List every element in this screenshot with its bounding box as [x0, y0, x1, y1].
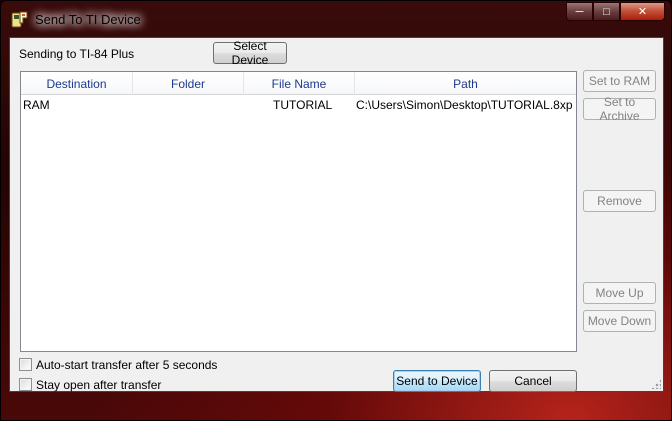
auto-start-checkbox[interactable]: [19, 358, 32, 371]
close-button[interactable]: ✕: [620, 2, 665, 21]
select-device-button[interactable]: Select Device: [213, 39, 287, 67]
auto-start-label: Auto-start transfer after 5 seconds: [36, 358, 218, 372]
file-list-header: Destination Folder File Name Path: [21, 72, 576, 95]
file-list[interactable]: Destination Folder File Name Path RAM TU…: [20, 71, 577, 352]
window-title: Send To TI Device: [35, 12, 141, 27]
close-icon: ✕: [637, 6, 648, 18]
stay-open-label: Stay open after transfer: [36, 378, 162, 392]
title-bar[interactable]: Send To TI Device ─ □ ✕: [1, 1, 671, 37]
send-to-device-button[interactable]: Send to Device: [393, 370, 481, 392]
minimize-button[interactable]: ─: [566, 2, 593, 21]
maximize-button[interactable]: □: [593, 2, 620, 21]
cancel-button[interactable]: Cancel: [489, 370, 577, 392]
sending-to-label: Sending to TI-84 Plus: [19, 47, 135, 61]
set-to-ram-button[interactable]: Set to RAM: [583, 70, 656, 92]
ti-connect-app-icon: [11, 11, 28, 28]
set-to-archive-button[interactable]: Set to Archive: [583, 95, 656, 123]
remove-button[interactable]: Remove: [583, 190, 656, 212]
dialog-client-area: Sending to TI-84 Plus Select Device Dest…: [9, 37, 664, 392]
cell-file-name: TUTORIAL: [273, 98, 333, 112]
maximize-icon: □: [603, 5, 610, 18]
resize-grip[interactable]: [651, 379, 661, 389]
list-item[interactable]: RAM TUTORIAL C:\Users\Simon\Desktop\TUTO…: [21, 95, 576, 113]
column-header-path[interactable]: Path: [355, 72, 576, 95]
cell-destination: RAM: [23, 98, 50, 112]
cell-path: C:\Users\Simon\Desktop\TUTORIAL.8xp: [356, 98, 573, 112]
column-header-folder[interactable]: Folder: [133, 72, 244, 95]
minimize-icon: ─: [575, 5, 584, 18]
move-up-button[interactable]: Move Up: [583, 282, 656, 304]
stay-open-checkbox[interactable]: [19, 378, 32, 391]
window-controls: ─ □ ✕: [566, 2, 665, 22]
move-down-button[interactable]: Move Down: [583, 310, 656, 332]
column-header-file-name[interactable]: File Name: [244, 72, 355, 95]
column-header-destination[interactable]: Destination: [21, 72, 133, 95]
send-to-ti-device-window: Send To TI Device ─ □ ✕ Sending to TI-84…: [0, 0, 672, 421]
